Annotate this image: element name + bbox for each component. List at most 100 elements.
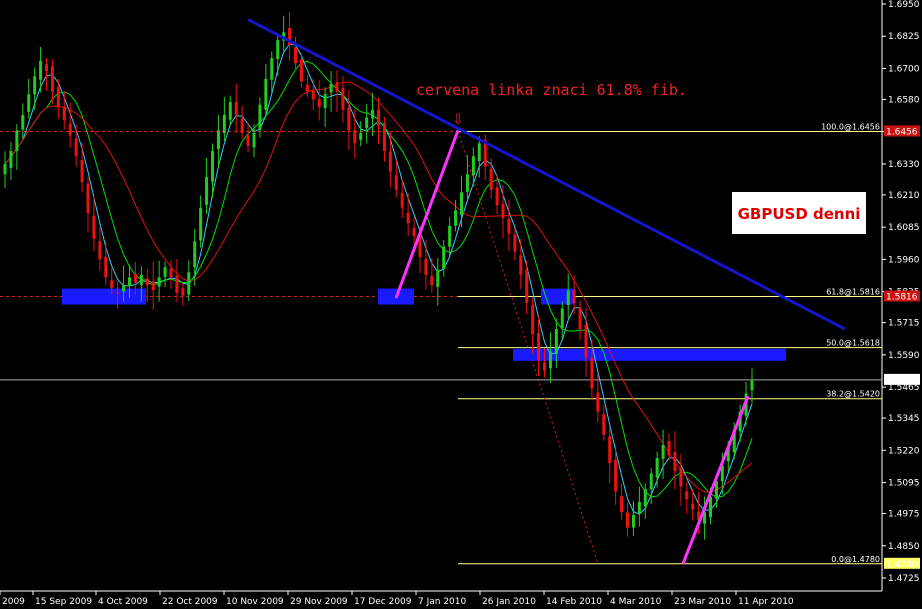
candle-body (560, 308, 564, 329)
candle-body (353, 129, 357, 144)
y-tick-label: 1.6210 (888, 191, 920, 201)
candle-body (193, 241, 197, 268)
y-tick-label: 1.6700 (888, 64, 920, 74)
x-tick-label: 26 Jan 2010 (482, 597, 536, 607)
candle-body (240, 118, 244, 133)
candle-body (685, 491, 689, 500)
x-tick-label: 29 Nov 2009 (290, 597, 348, 607)
candle-body (424, 258, 428, 275)
candle-body (133, 273, 137, 283)
candle-body (572, 290, 576, 304)
candle-body (347, 107, 351, 131)
y-tick-label: 1.4725 (888, 574, 920, 584)
candle-body (679, 468, 683, 487)
x-tick-label: 17 Dec 2009 (354, 597, 412, 607)
candle-body (27, 94, 31, 113)
x-tick-label: 4 Oct 2009 (98, 597, 148, 607)
candle-body (406, 212, 410, 224)
candle-body (299, 59, 303, 82)
candle-body (661, 445, 665, 459)
x-tick-label: 11 Apr 2010 (738, 597, 794, 607)
price-chart[interactable]: 100.0@1.6456 61.8@1.5816 50.0@1.5618 38.2@1… (0, 0, 922, 609)
candle-body (276, 40, 280, 60)
candle-body (436, 269, 440, 287)
x-tick-label: 15 Sep 2009 (35, 597, 92, 607)
candle-body (234, 101, 238, 115)
candle-body (45, 64, 48, 72)
x-tick-label: 22 Oct 2009 (162, 597, 218, 607)
y-tick-label: 1.5590 (888, 351, 920, 361)
x-tick-label: 7 Jan 2010 (418, 597, 466, 607)
support-zone (513, 348, 786, 361)
candle-body (448, 225, 452, 247)
candle-body (537, 332, 541, 361)
candle-body (205, 176, 209, 205)
fib-level-label: 0.0@1.4780 (831, 555, 880, 564)
candle-body (649, 473, 653, 490)
x-tick-label: 10 Nov 2009 (226, 597, 284, 607)
y-tick-label: 1.5345 (888, 414, 920, 424)
candle-body (513, 234, 517, 252)
fib-level-label: 100.0@1.6456 (821, 122, 880, 131)
candle-body (578, 307, 582, 330)
candle-body (163, 267, 167, 277)
candle-body (631, 514, 635, 528)
support-zone (62, 288, 146, 305)
candle-body (68, 123, 72, 136)
candle-body (175, 275, 179, 293)
candle-body (566, 290, 570, 306)
candle-body (673, 451, 677, 471)
candle-body (199, 207, 203, 241)
y-tick-label: 1.4975 (888, 510, 920, 520)
candle-body (335, 82, 339, 92)
candle-body (157, 277, 161, 287)
candle-body (294, 47, 297, 64)
x-tick-label: 2009 (2, 597, 25, 607)
fib-level-label: 50.0@1.5618 (826, 339, 880, 348)
candle-body (465, 174, 469, 192)
candle-body (525, 270, 529, 304)
candle-body (222, 114, 226, 134)
candle-body (270, 58, 274, 80)
candle-body (98, 241, 102, 260)
candle-body (382, 122, 386, 152)
candle-body (33, 76, 37, 95)
candle-body (626, 512, 629, 528)
candle-body (643, 488, 647, 507)
candle-body (341, 87, 345, 110)
candle-body (39, 60, 43, 80)
candle-body (477, 143, 481, 162)
candle-body (50, 66, 54, 92)
candle-body (691, 503, 695, 510)
candle-body (495, 187, 499, 206)
candle-body (145, 278, 149, 286)
candle-body (614, 459, 618, 492)
candle-body (311, 90, 315, 100)
y-tick-label: 1.4850 (888, 542, 920, 552)
candle-body (608, 436, 612, 464)
candle-body (365, 117, 369, 129)
y-tick-label: 1.6825 (888, 32, 920, 42)
candle-body (86, 183, 90, 213)
candle-body (501, 203, 505, 219)
y-tick-label: 1.6085 (888, 223, 920, 233)
candle-body (246, 135, 250, 146)
candle-body (3, 163, 7, 175)
fib-level-label: 61.8@1.5816 (826, 288, 880, 297)
symbol-label: GBPUSD denni (738, 205, 861, 223)
chart-annotation: cervena linka znaci 61.8% fib. (416, 81, 687, 99)
candle-body (56, 87, 60, 108)
candle-body (216, 130, 220, 150)
candle-body (371, 109, 375, 119)
y-tick-label: 1.6330 (888, 160, 920, 170)
candle-body (264, 78, 268, 110)
candle-body (709, 496, 712, 518)
candle-body (305, 84, 309, 92)
candle-body (655, 458, 659, 478)
candle-body (596, 392, 600, 412)
trend-line (247, 18, 846, 331)
candle-body (667, 441, 671, 456)
chart-window: 100.0@1.6456 61.8@1.5816 50.0@1.5618 38.2@1… (0, 0, 922, 609)
candle-body (122, 285, 126, 292)
candle-body (359, 132, 363, 140)
